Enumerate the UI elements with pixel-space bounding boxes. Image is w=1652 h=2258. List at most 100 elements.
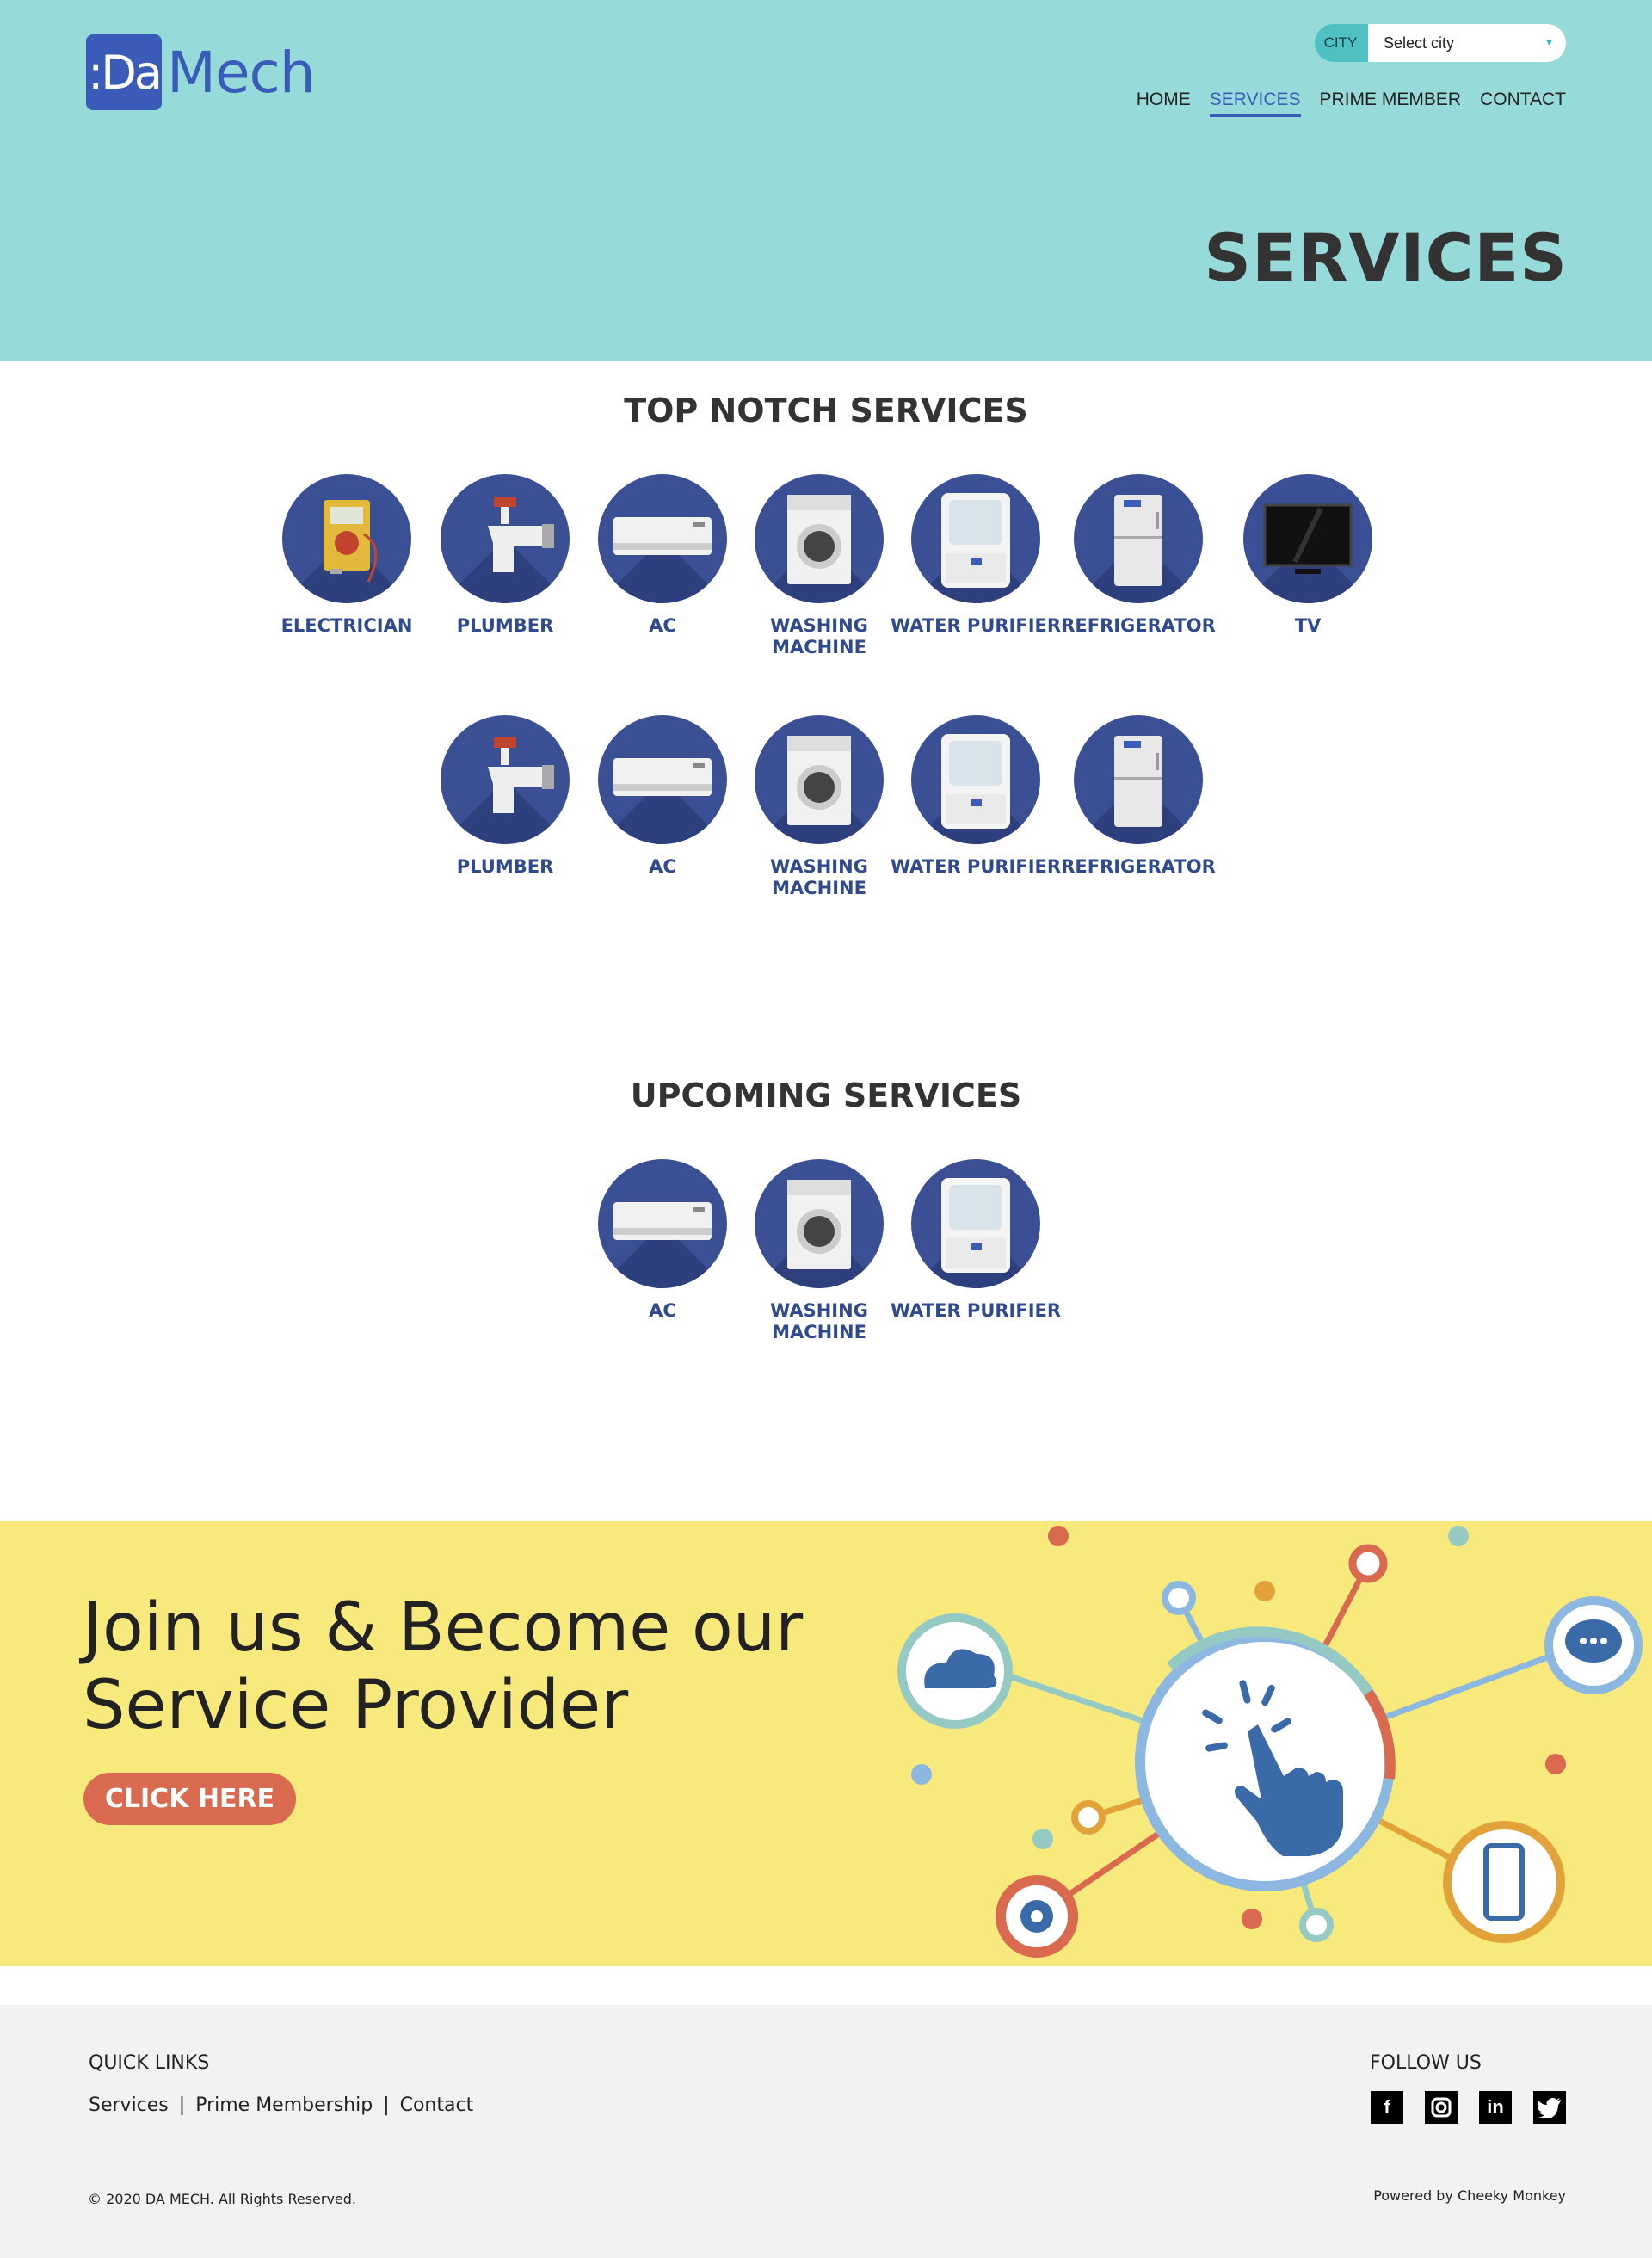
service-label: WASHING MACHINE: [770, 1300, 868, 1342]
service-label: WATER PURIFIER: [890, 1300, 1062, 1321]
service-label: ELECTRICIAN: [280, 615, 413, 636]
city-label: CITY: [1323, 34, 1358, 51]
water-purifier-icon: [941, 1178, 1010, 1273]
service-item[interactable]: WATER PURIFIER: [890, 715, 1062, 878]
washing-machine-icon: [787, 1180, 851, 1269]
service-icon-circle: [911, 715, 1040, 844]
service-icon-circle: [911, 474, 1040, 603]
ac-icon: [613, 758, 712, 796]
service-icon-circle: [598, 715, 727, 844]
refrigerator-icon: [1114, 736, 1162, 827]
service-item[interactable]: REFRIGERATOR: [1052, 474, 1224, 637]
multimeter-icon: [324, 500, 378, 583]
instagram-icon[interactable]: [1425, 2091, 1458, 2124]
city-selector[interactable]: CITY Select city ▼: [1315, 24, 1566, 62]
tap-icon: [488, 497, 554, 572]
join-banner: Join us & Become our Service Provider CL…: [0, 1521, 1652, 1966]
tv-icon: [1263, 503, 1353, 574]
service-item[interactable]: AC: [576, 1159, 749, 1322]
service-item[interactable]: PLUMBER: [419, 474, 591, 637]
link-separator: |: [383, 2095, 390, 2116]
click-here-button[interactable]: CLICK HERE: [83, 1773, 296, 1825]
service-item[interactable]: WASHING MACHINE: [733, 474, 905, 658]
service-label: PLUMBER: [456, 856, 554, 877]
top-services-title: TOP NOTCH SERVICES: [624, 392, 1028, 429]
service-icon-circle: [598, 474, 727, 603]
service-item[interactable]: ELECTRICIAN: [261, 474, 433, 637]
service-label: WASHING MACHINE: [770, 615, 868, 657]
service-label: TV: [1294, 615, 1322, 636]
powered-by[interactable]: Powered by Cheeky Monkey: [1373, 2187, 1566, 2204]
footer-link-services[interactable]: Services: [89, 2095, 169, 2116]
service-icon-circle: [1243, 474, 1372, 603]
service-label: AC: [649, 1300, 676, 1321]
nav-home[interactable]: HOME: [1137, 89, 1191, 117]
service-icon-circle: [755, 715, 884, 844]
footer-link-prime-membership[interactable]: Prime Membership: [195, 2095, 373, 2116]
linkedin-icon[interactable]: in: [1479, 2091, 1512, 2124]
service-icon-circle: [282, 474, 411, 603]
logo[interactable]: :Da Mech: [86, 34, 316, 110]
page: :Da Mech CITY Select city ▼ HOME SERVICE…: [0, 0, 1652, 2258]
link-separator: |: [178, 2095, 186, 2116]
service-label: REFRIGERATOR: [1061, 615, 1216, 636]
service-icon-circle: [598, 1159, 727, 1288]
ac-icon: [613, 1202, 712, 1240]
main-nav: HOME SERVICES PRIME MEMBER CONTACT: [1137, 89, 1566, 117]
footer: QUICK LINKS Services | Prime Membership …: [0, 2005, 1652, 2258]
ac-icon: [613, 517, 712, 555]
join-heading-line-2: Service Provider: [83, 1667, 629, 1744]
twitter-icon[interactable]: [1533, 2091, 1566, 2124]
network-illustration: [897, 1526, 1643, 1958]
water-purifier-icon: [941, 734, 1010, 829]
logo-mark: :Da: [86, 34, 163, 110]
hero-header: :Da Mech CITY Select city ▼ HOME SERVICE…: [0, 0, 1652, 361]
washing-machine-icon: [787, 736, 851, 825]
service-label: AC: [649, 856, 676, 877]
join-heading-line-1: Join us & Become our: [83, 1589, 804, 1667]
tap-icon: [488, 737, 554, 813]
service-label: PLUMBER: [456, 615, 554, 636]
social-links: f in: [1371, 2091, 1566, 2124]
service-icon-circle: [441, 474, 570, 603]
upcoming-services-title: UPCOMING SERVICES: [630, 1077, 1022, 1114]
service-icon-circle: [441, 715, 570, 844]
quick-links: Services | Prime Membership | Contact: [89, 2095, 473, 2116]
service-icon-circle: [1074, 474, 1203, 603]
service-icon-circle: [1074, 715, 1203, 844]
nav-services[interactable]: SERVICES: [1209, 89, 1301, 117]
service-label: WASHING MACHINE: [770, 856, 868, 898]
service-item[interactable]: TV: [1222, 474, 1394, 637]
city-select-value: Select city: [1384, 34, 1455, 52]
service-label: AC: [649, 615, 676, 636]
service-icon-circle: [755, 474, 884, 603]
service-item[interactable]: WATER PURIFIER: [890, 1159, 1062, 1322]
footer-link-contact[interactable]: Contact: [400, 2095, 474, 2116]
washing-machine-icon: [787, 495, 851, 584]
water-purifier-icon: [941, 493, 1010, 588]
service-item[interactable]: AC: [576, 474, 749, 637]
nav-prime-member[interactable]: PRIME MEMBER: [1320, 89, 1462, 117]
service-item[interactable]: REFRIGERATOR: [1052, 715, 1224, 878]
nav-contact[interactable]: CONTACT: [1480, 89, 1566, 117]
service-item[interactable]: WASHING MACHINE: [733, 715, 905, 899]
logo-text: Mech: [167, 39, 316, 106]
service-item[interactable]: PLUMBER: [419, 715, 591, 878]
service-item[interactable]: WATER PURIFIER: [890, 474, 1062, 637]
follow-us-title: FOLLOW US: [1370, 2052, 1482, 2074]
service-item[interactable]: AC: [576, 715, 749, 878]
service-item[interactable]: WASHING MACHINE: [733, 1159, 905, 1343]
copyright: © 2020 DA MECH. All Rights Reserved.: [88, 2191, 356, 2207]
refrigerator-icon: [1114, 495, 1162, 586]
chevron-down-icon: ▼: [1544, 38, 1554, 48]
service-label: REFRIGERATOR: [1061, 856, 1216, 877]
join-heading: Join us & Become our Service Provider: [83, 1589, 803, 1744]
service-label: WATER PURIFIER: [890, 856, 1062, 877]
service-icon-circle: [911, 1159, 1040, 1288]
quick-links-title: QUICK LINKS: [89, 2052, 210, 2074]
page-title: SERVICES: [1204, 219, 1568, 296]
service-label: WATER PURIFIER: [890, 615, 1062, 636]
facebook-icon[interactable]: f: [1371, 2091, 1403, 2124]
city-select[interactable]: Select city ▼: [1368, 24, 1566, 62]
service-icon-circle: [755, 1159, 884, 1288]
